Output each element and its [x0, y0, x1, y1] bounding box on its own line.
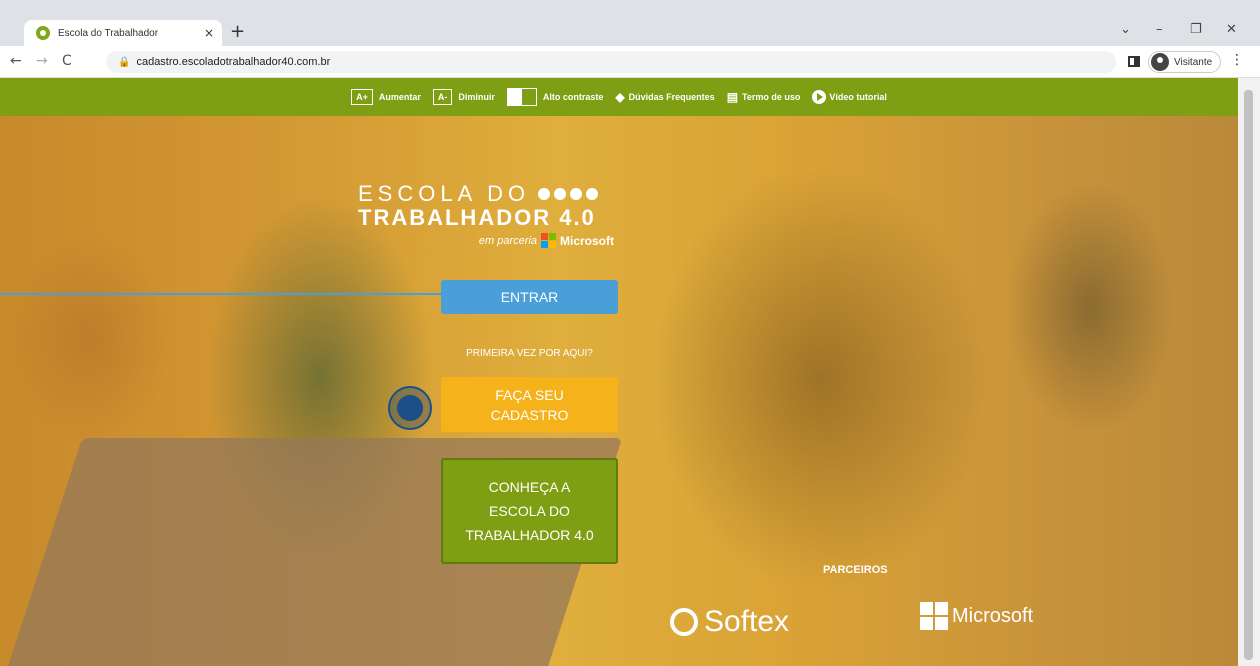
microsoft-grid-icon — [920, 602, 948, 630]
increase-font-label: Aumentar — [378, 92, 421, 102]
microsoft-logo-icon — [541, 233, 556, 248]
cadastro-button[interactable]: FAÇA SEU CADASTRO — [441, 377, 618, 432]
browser-tab[interactable]: Escola do Trabalhador × — [24, 20, 222, 46]
browser-tab-bar: Escola do Trabalhador × + ⌄ – ❐ ✕ — [0, 0, 1260, 46]
tab-title: Escola do Trabalhador — [58, 27, 159, 39]
high-contrast-button[interactable]: Alto contraste — [506, 88, 604, 106]
logo-line2: TRABALHADOR 4.0 — [358, 205, 596, 230]
terms-link[interactable]: ▤ Termo de uso — [727, 90, 801, 104]
video-tutorial-label: Vídeo tutorial — [829, 92, 887, 102]
url-text: cadastro.escoladotrabalhador40.com.br — [136, 56, 331, 68]
reload-button[interactable]: C — [62, 53, 72, 69]
back-button[interactable]: ← — [10, 53, 22, 69]
pointer-line — [0, 293, 441, 295]
address-bar[interactable]: 🔒 cadastro.escoladotrabalhador40.com.br — [106, 51, 1116, 73]
side-panel-icon[interactable] — [1128, 56, 1140, 67]
browser-toolbar: ← → C 🔒 cadastro.escoladotrabalhador40.c… — [0, 46, 1260, 78]
softex-mark-icon — [670, 608, 698, 636]
high-contrast-label: Alto contraste — [542, 92, 604, 102]
cadastro-line1: FAÇA SEU — [495, 386, 564, 403]
play-icon — [812, 90, 827, 104]
partners-heading: PARCEIROS — [823, 564, 888, 576]
site-logo: ESCOLA DO TRABALHADOR 4.0 em parceria Mi… — [358, 181, 618, 248]
avatar-icon — [1151, 53, 1169, 71]
increase-font-icon: A+ — [351, 89, 373, 105]
entrar-button[interactable]: ENTRAR — [441, 280, 618, 314]
conheca-button[interactable]: CONHEÇA A ESCOLA DO TRABALHADOR 4.0 — [441, 458, 618, 564]
logo-partnership-text: em parceria — [478, 234, 537, 247]
close-window-button[interactable]: ✕ — [1226, 22, 1237, 37]
tab-close-icon[interactable]: × — [204, 26, 214, 40]
decrease-font-button[interactable]: A- Diminuir — [432, 89, 495, 105]
contrast-icon — [506, 88, 537, 106]
scrollbar-thumb[interactable] — [1244, 90, 1253, 660]
site-favicon-icon — [36, 26, 50, 40]
page-hero: A+ Aumentar A- Diminuir Alto contraste ◆… — [0, 78, 1238, 666]
microsoft-name: Microsoft — [952, 604, 1034, 627]
accessibility-bar: A+ Aumentar A- Diminuir Alto contraste ◆… — [0, 78, 1238, 116]
increase-font-button[interactable]: A+ Aumentar — [351, 89, 421, 105]
browser-menu-icon[interactable]: ⋮ — [1230, 52, 1244, 68]
microsoft-partner-logo: Microsoft — [920, 602, 1033, 630]
faq-label: Dúvidas Frequentes — [628, 92, 715, 102]
page-scrollbar[interactable] — [1238, 78, 1260, 666]
decrease-font-label: Diminuir — [458, 92, 495, 102]
faq-link[interactable]: ◆ Dúvidas Frequentes — [615, 90, 714, 104]
softex-name: Softex — [704, 605, 790, 638]
tab-search-dropdown-icon[interactable]: ⌄ — [1120, 22, 1131, 37]
profile-name: Visitante — [1174, 56, 1213, 68]
video-tutorial-link[interactable]: Vídeo tutorial — [812, 90, 887, 104]
cursor-indicator — [388, 386, 432, 430]
layers-icon: ◆ — [615, 90, 625, 104]
profile-button[interactable]: Visitante — [1148, 51, 1222, 73]
forward-button[interactable]: → — [36, 53, 48, 69]
cadastro-line2: CADASTRO — [490, 406, 569, 423]
first-time-text: PRIMEIRA VEZ POR AQUI? — [466, 348, 593, 359]
document-icon: ▤ — [726, 90, 739, 104]
decrease-font-icon: A- — [432, 89, 453, 105]
minimize-button[interactable]: – — [1156, 22, 1163, 37]
logo-partner-name: Microsoft — [560, 233, 614, 248]
softex-logo: Softex — [670, 605, 789, 639]
logo-line1: ESCOLA DO — [358, 181, 531, 206]
terms-label: Termo de uso — [742, 92, 801, 102]
restore-button[interactable]: ❐ — [1190, 22, 1202, 37]
lock-icon: 🔒 — [118, 56, 131, 68]
logo-icons — [538, 188, 602, 200]
new-tab-button[interactable]: + — [230, 21, 245, 42]
